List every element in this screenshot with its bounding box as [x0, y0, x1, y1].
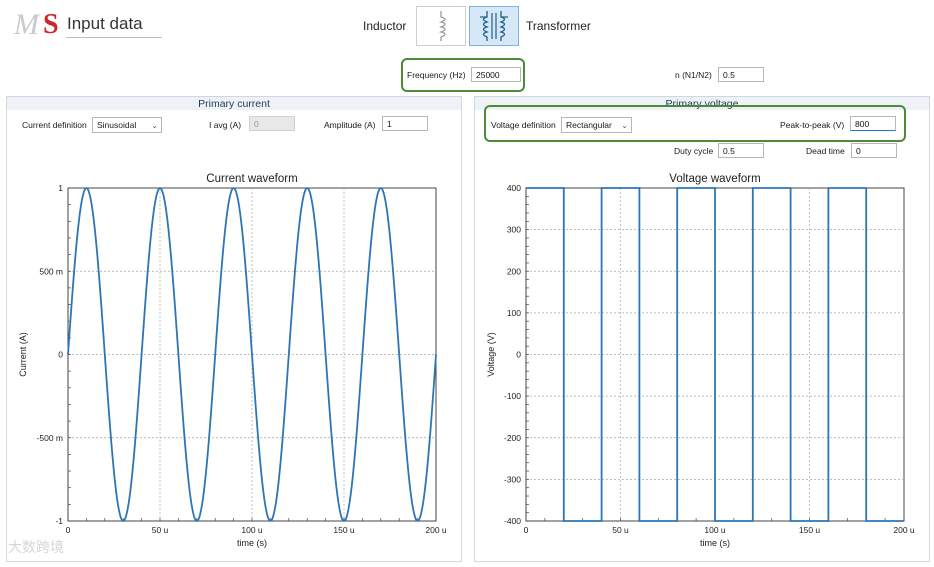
dead-time-input[interactable]: 0: [851, 143, 897, 158]
x-tick-label: 100 u: [704, 525, 726, 535]
x-axis-label: time (s): [237, 538, 267, 548]
amplitude-input[interactable]: 1: [382, 116, 428, 131]
y-tick-label: 0: [58, 350, 63, 360]
y-tick-label: -1: [55, 516, 63, 526]
transformer-button[interactable]: [469, 6, 519, 46]
peak-to-peak-label: Peak-to-peak (V): [780, 120, 845, 130]
x-tick-label: 100 u: [241, 525, 263, 535]
duty-cycle-input[interactable]: 0.5: [718, 143, 764, 158]
chevron-down-icon: ⌄: [151, 121, 158, 130]
y-tick-label: -200: [504, 433, 521, 443]
x-tick-label: 0: [524, 525, 529, 535]
inductor-button[interactable]: [416, 6, 466, 46]
voltage-definition-value: Rectangular: [566, 120, 612, 130]
watermark: 大数跨境: [8, 539, 64, 555]
voltage-definition-label: Voltage definition: [491, 120, 556, 130]
y-tick-label: -100: [504, 391, 521, 401]
app-logo: M S: [6, 5, 66, 41]
logo-mark: M: [14, 8, 39, 41]
primary-current-title: Primary current: [7, 97, 461, 110]
y-tick-label: 0: [516, 350, 521, 360]
current-waveform-chart: Current waveform1500 m0-500 m-10 50 u 100 …: [18, 173, 447, 548]
y-axis-label: Current (A): [18, 332, 28, 377]
inductor-label: Inductor: [363, 19, 407, 33]
y-tick-label: 100: [507, 308, 521, 318]
frequency-input[interactable]: 25000: [471, 67, 521, 82]
y-tick-label: 300: [507, 225, 521, 235]
logo-mark-accent: S: [43, 9, 59, 40]
page-title: Input data: [67, 14, 143, 33]
current-definition-label: Current definition: [22, 120, 87, 130]
x-tick-label: 50 u: [612, 525, 629, 535]
frequency-label: Frequency (Hz): [407, 70, 466, 80]
transformer-icon: [480, 11, 508, 41]
x-axis-label: time (s): [700, 538, 730, 548]
voltage-definition-select[interactable]: Rectangular ⌄: [561, 117, 632, 133]
duty-cycle-label: Duty cycle: [674, 146, 714, 156]
x-tick-label: 50 u: [152, 525, 169, 535]
x-tick-label: 150 u: [333, 525, 355, 535]
chart-title: Current waveform: [206, 173, 297, 185]
x-tick-label: 150 u: [799, 525, 821, 535]
y-tick-label: 500 m: [39, 266, 63, 276]
inductor-icon: [438, 11, 446, 41]
x-tick-label: 200 u: [425, 525, 447, 535]
amplitude-label: Amplitude (A): [324, 120, 376, 130]
dead-time-label: Dead time: [806, 146, 845, 156]
iavg-label: I avg (A): [209, 120, 242, 130]
transformer-label: Transformer: [526, 19, 591, 33]
chevron-down-icon: ⌄: [621, 121, 628, 130]
y-tick-label: 400: [507, 183, 521, 193]
title-divider: [66, 37, 162, 38]
y-tick-label: -300: [504, 474, 521, 484]
iavg-input: 0: [249, 116, 295, 131]
x-tick-label: 200 u: [893, 525, 915, 535]
x-tick-label: 0: [66, 525, 71, 535]
turns-ratio-input[interactable]: 0.5: [718, 67, 764, 82]
turns-ratio-label: n (N1/N2): [675, 70, 712, 80]
y-axis-label: Voltage (V): [486, 332, 496, 377]
y-tick-label: 1: [58, 183, 63, 193]
voltage-waveform-chart: Voltage waveform 400 300 200 100 0 -100 -200 -30…: [486, 173, 915, 548]
y-tick-label: -500 m: [37, 433, 63, 443]
current-definition-select[interactable]: Sinusoidal ⌄: [92, 117, 162, 133]
peak-to-peak-input[interactable]: 800: [850, 116, 896, 131]
y-tick-label: 200: [507, 266, 521, 276]
chart-title: Voltage waveform: [669, 173, 760, 185]
y-tick-label: -400: [504, 516, 521, 526]
current-definition-value: Sinusoidal: [97, 120, 137, 130]
